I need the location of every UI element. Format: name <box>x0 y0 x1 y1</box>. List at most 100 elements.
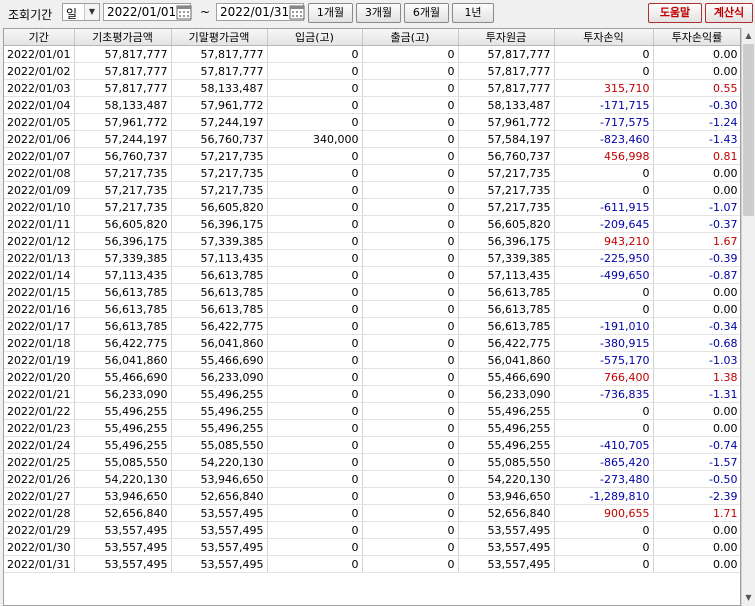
table-row[interactable]: 2022/01/23 55,496,255 55,496,255 0 0 55,496,2… <box>4 419 740 437</box>
table-row[interactable]: 2022/01/15 56,613,785 56,613,785 0 0 56,613,7… <box>4 283 740 301</box>
table-row[interactable]: 2022/01/09 57,217,735 57,217,735 0 0 57,217,7… <box>4 181 740 199</box>
closing-value-cell: 55,466,690 <box>171 351 268 369</box>
withdrawal-column-header[interactable]: 출금(고) <box>362 29 459 46</box>
table-row[interactable]: 2022/01/06 57,244,197 56,760,737 340,000 0 57… <box>4 130 740 148</box>
period-3-month-button[interactable]: 3개월 <box>356 3 401 23</box>
calendar-icon[interactable] <box>175 3 193 21</box>
closing-value-cell: 56,613,785 <box>171 266 268 284</box>
deposit-cell: 0 <box>267 487 363 505</box>
table-row[interactable]: 2022/01/17 56,613,785 56,422,775 0 0 56,613,7… <box>4 317 740 335</box>
return-rate-cell: -0.50 <box>653 470 740 488</box>
opening-value-cell: 56,422,775 <box>74 334 172 352</box>
deposit-cell: 0 <box>267 232 363 250</box>
opening-value-cell: 56,396,175 <box>74 232 172 250</box>
chevron-down-icon[interactable]: ▼ <box>84 4 99 20</box>
scroll-down-icon[interactable]: ▼ <box>742 591 755 605</box>
return-rate-cell: -0.37 <box>653 215 740 233</box>
table-row[interactable]: 2022/01/18 56,422,775 56,041,860 0 0 56,422,7… <box>4 334 740 352</box>
daily-return-table: 기간 기초평가금액 기말평가금액 입금(고) 출금(고) 투자원금 투자손익 투자손익률 20… <box>4 29 740 573</box>
date-cell: 2022/01/26 <box>4 470 75 488</box>
date-cell: 2022/01/09 <box>4 181 75 199</box>
principal-cell: 57,817,777 <box>458 62 555 80</box>
opening-value-cell: 53,557,495 <box>74 521 172 539</box>
table-row[interactable]: 2022/01/10 57,217,735 56,605,820 0 0 57,217,7… <box>4 198 740 216</box>
table-row[interactable]: 2022/01/27 53,946,650 52,656,840 0 0 53,946,6… <box>4 487 740 505</box>
profit-loss-cell: 0 <box>554 283 654 301</box>
table-row[interactable]: 2022/01/03 57,817,777 58,133,487 0 0 57,817,7… <box>4 79 740 97</box>
return-rate-cell: 0.00 <box>653 419 740 437</box>
date-column-header[interactable]: 기간 <box>4 29 75 46</box>
deposit-cell: 0 <box>267 470 363 488</box>
table-row[interactable]: 2022/01/20 55,466,690 56,233,090 0 0 55,466,6… <box>4 368 740 386</box>
date-cell: 2022/01/12 <box>4 232 75 250</box>
table-row[interactable]: 2022/01/12 56,396,175 57,339,385 0 0 56,396,1… <box>4 232 740 250</box>
closing-value-cell: 58,133,487 <box>171 79 268 97</box>
return-rate-cell: -1.24 <box>653 113 740 131</box>
table-row[interactable]: 2022/01/08 57,217,735 57,217,735 0 0 57,217,7… <box>4 164 740 182</box>
profit-loss-cell: 0 <box>554 164 654 182</box>
opening-value-cell: 52,656,840 <box>74 504 172 522</box>
deposit-cell: 0 <box>267 453 363 471</box>
calendar-icon[interactable] <box>288 3 306 21</box>
calculation-formula-button[interactable]: 계산식 <box>705 3 753 23</box>
opening-value-cell: 55,085,550 <box>74 453 172 471</box>
table-row[interactable]: 2022/01/01 57,817,777 57,817,777 0 0 57,817,7… <box>4 45 740 63</box>
period-1-month-button[interactable]: 1개월 <box>308 3 353 23</box>
table-row[interactable]: 2022/01/21 56,233,090 55,496,255 0 0 56,233,0… <box>4 385 740 403</box>
return-rate-cell: 0.00 <box>653 300 740 318</box>
scroll-up-icon[interactable]: ▲ <box>742 29 755 43</box>
table-row[interactable]: 2022/01/22 55,496,255 55,496,255 0 0 55,496,2… <box>4 402 740 420</box>
withdrawal-cell: 0 <box>362 538 459 556</box>
profit-loss-cell: -209,645 <box>554 215 654 233</box>
principal-cell: 52,656,840 <box>458 504 555 522</box>
table-row[interactable]: 2022/01/11 56,605,820 56,396,175 0 0 56,605,8… <box>4 215 740 233</box>
principal-cell: 56,422,775 <box>458 334 555 352</box>
return-rate-cell: 0.00 <box>653 402 740 420</box>
withdrawal-cell: 0 <box>362 198 459 216</box>
table-row[interactable]: 2022/01/14 57,113,435 56,613,785 0 0 57,113,4… <box>4 266 740 284</box>
table-row[interactable]: 2022/01/25 55,085,550 54,220,130 0 0 55,085,5… <box>4 453 740 471</box>
table-row[interactable]: 2022/01/28 52,656,840 53,557,495 0 0 52,656,8… <box>4 504 740 522</box>
date-cell: 2022/01/24 <box>4 436 75 454</box>
date-cell: 2022/01/01 <box>4 45 75 63</box>
table-row[interactable]: 2022/01/02 57,817,777 57,817,777 0 0 57,817,7… <box>4 62 740 80</box>
table-row[interactable]: 2022/01/13 57,339,385 57,113,435 0 0 57,339,3… <box>4 249 740 267</box>
opening-value-cell: 57,113,435 <box>74 266 172 284</box>
date-cell: 2022/01/03 <box>4 79 75 97</box>
deposit-column-header[interactable]: 입금(고) <box>267 29 363 46</box>
closing-value-cell: 53,557,495 <box>171 521 268 539</box>
table-row[interactable]: 2022/01/26 54,220,130 53,946,650 0 0 54,220,1… <box>4 470 740 488</box>
return-rate-cell: 0.00 <box>653 521 740 539</box>
profit-loss-cell: 0 <box>554 555 654 573</box>
table-row[interactable]: 2022/01/29 53,557,495 53,557,495 0 0 53,557,4… <box>4 521 740 539</box>
opening-value-cell: 57,817,777 <box>74 62 172 80</box>
table-row[interactable]: 2022/01/24 55,496,255 55,085,550 0 0 55,496,2… <box>4 436 740 454</box>
profit-loss-cell: 0 <box>554 300 654 318</box>
table-row[interactable]: 2022/01/07 56,760,737 57,217,735 0 0 56,760,7… <box>4 147 740 165</box>
table-row[interactable]: 2022/01/16 56,613,785 56,613,785 0 0 56,613,7… <box>4 300 740 318</box>
principal-column-header[interactable]: 투자원금 <box>458 29 555 46</box>
principal-cell: 57,113,435 <box>458 266 555 284</box>
scroll-thumb[interactable] <box>743 44 754 216</box>
table-row[interactable]: 2022/01/19 56,041,860 55,466,690 0 0 56,041,8… <box>4 351 740 369</box>
return-rate-column-header[interactable]: 투자손익률 <box>653 29 740 46</box>
help-button[interactable]: 도움말 <box>648 3 702 23</box>
table-row[interactable]: 2022/01/31 53,557,495 53,557,495 0 0 53,557,4… <box>4 555 740 573</box>
opening-value-column-header[interactable]: 기초평가금액 <box>74 29 172 46</box>
opening-value-cell: 55,496,255 <box>74 436 172 454</box>
withdrawal-cell: 0 <box>362 436 459 454</box>
period-1-year-button[interactable]: 1년 <box>452 3 494 23</box>
withdrawal-cell: 0 <box>362 45 459 63</box>
period-6-month-button[interactable]: 6개월 <box>404 3 449 23</box>
vertical-scrollbar[interactable]: ▲ ▼ <box>741 28 755 606</box>
closing-value-column-header[interactable]: 기말평가금액 <box>171 29 268 46</box>
principal-cell: 53,557,495 <box>458 555 555 573</box>
return-rate-cell: -1.31 <box>653 385 740 403</box>
table-row[interactable]: 2022/01/30 53,557,495 53,557,495 0 0 53,557,4… <box>4 538 740 556</box>
withdrawal-cell: 0 <box>362 62 459 80</box>
profit-loss-column-header[interactable]: 투자손익 <box>554 29 654 46</box>
table-row[interactable]: 2022/01/05 57,961,772 57,244,197 0 0 57,961,7… <box>4 113 740 131</box>
profit-loss-cell: 0 <box>554 521 654 539</box>
table-row[interactable]: 2022/01/04 58,133,487 57,961,772 0 0 58,133,4… <box>4 96 740 114</box>
period-unit-select[interactable]: 일 ▼ <box>62 3 100 21</box>
